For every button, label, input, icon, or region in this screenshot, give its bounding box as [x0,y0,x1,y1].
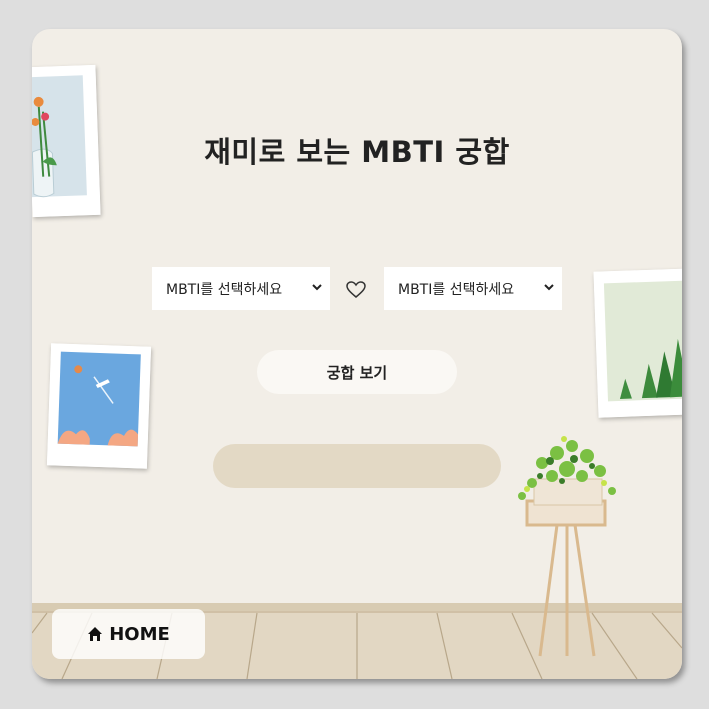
airplane-sky-picture [46,343,152,469]
home-button[interactable]: HOME [52,609,205,659]
heart-outline-icon [346,281,366,298]
forest-picture [593,268,682,418]
home-icon [88,627,103,641]
chevron-down-icon [312,284,322,291]
mbti-select-left[interactable]: MBTI를 선택하세요 [152,267,330,310]
mbti-select-right[interactable]: MBTI를 선택하세요 [384,267,562,310]
plant-stand-illustration [518,436,616,657]
mbti-select-left-value: MBTI를 선택하세요 [166,281,283,298]
app-card: 재미로 보는 MBTI 궁합 MBTI를 선택하세요 MBTI를 선택하세요 궁… [32,29,682,679]
chevron-down-icon [544,284,554,291]
page-title: 재미로 보는 MBTI 궁합 [204,135,510,169]
check-compatibility-button[interactable]: 궁합 보기 [257,350,457,394]
mbti-select-right-value: MBTI를 선택하세요 [398,281,515,298]
compatibility-result-box [213,444,501,488]
home-button-label: HOME [109,623,170,645]
